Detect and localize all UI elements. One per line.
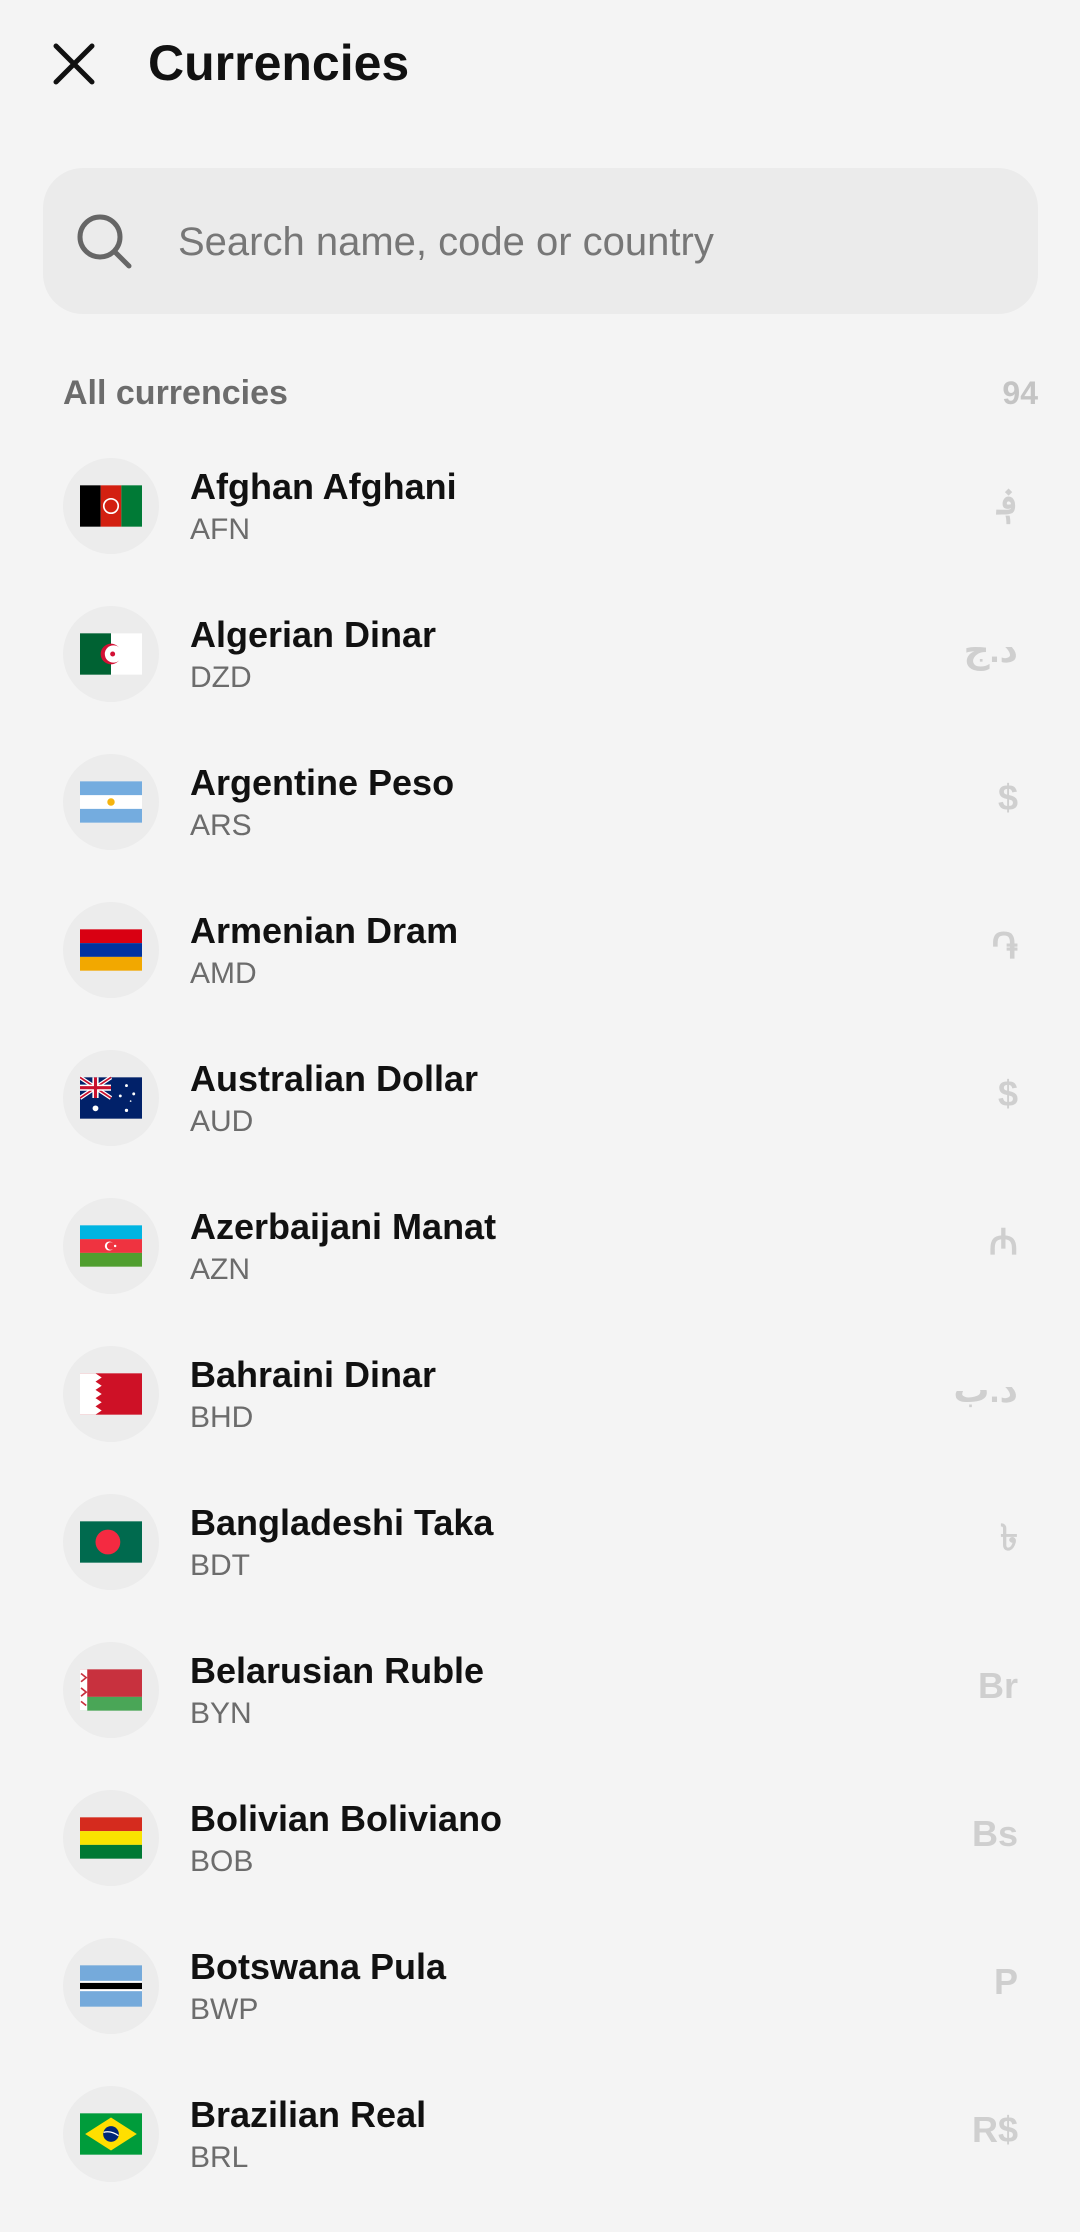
currency-code: BDT: [190, 1549, 250, 1582]
bangladesh-flag-icon: [63, 1494, 159, 1590]
currency-symbol: $: [997, 1073, 1018, 1114]
bahrain-flag-icon: [63, 1346, 159, 1442]
currency-name: Botswana Pula: [190, 1946, 447, 1987]
currency-code: BWP: [190, 1993, 259, 2026]
close-button[interactable]: [44, 34, 104, 94]
currency-code: BRL: [190, 2141, 249, 2174]
currency-symbol: Bs: [971, 1813, 1018, 1854]
currency-symbol: R$: [971, 2109, 1018, 2150]
australia-flag-icon: [63, 1050, 159, 1146]
currency-code: AZN: [190, 1253, 250, 1286]
currency-name: Azerbaijani Manat: [190, 1206, 497, 1247]
search-icon: [77, 214, 132, 269]
currency-row-aud[interactable]: Australian Dollar AUD $: [0, 1040, 1080, 1188]
currency-symbol: P: [993, 1961, 1018, 2002]
currency-list: Afghan Afghani AFN ؋ Algerian Dinar DZD …: [0, 448, 1080, 2224]
currency-row-brl[interactable]: Brazilian Real BRL R$: [0, 2076, 1080, 2224]
currency-symbol: ؋: [996, 481, 1018, 522]
search-input[interactable]: [178, 206, 998, 278]
afghanistan-flag-icon: [63, 458, 159, 554]
currency-row-dzd[interactable]: Algerian Dinar DZD د.ج: [0, 596, 1080, 744]
page-title: Currencies: [148, 35, 410, 91]
section-title: All currencies: [63, 374, 288, 412]
currency-row-afn[interactable]: Afghan Afghani AFN ؋: [0, 448, 1080, 596]
algeria-flag-icon: [63, 606, 159, 702]
currency-name: Algerian Dinar: [190, 614, 437, 655]
currency-name: Bolivian Boliviano: [190, 1798, 503, 1839]
currency-code: ARS: [190, 809, 252, 842]
currency-row-bhd[interactable]: Bahraini Dinar BHD د.ب: [0, 1336, 1080, 1484]
currency-name: Belarusian Ruble: [190, 1650, 485, 1691]
currency-row-bwp[interactable]: Botswana Pula BWP P: [0, 1928, 1080, 2076]
currency-code: BOB: [190, 1845, 254, 1878]
currency-symbol: ֏: [991, 925, 1018, 966]
botswana-flag-icon: [63, 1938, 159, 2034]
currency-symbol: ৳: [1000, 1517, 1018, 1558]
close-icon: [53, 43, 95, 85]
currency-code: BYN: [190, 1697, 252, 1730]
currency-name: Bangladeshi Taka: [190, 1502, 494, 1543]
currency-code: AFN: [190, 513, 250, 546]
currency-row-azn[interactable]: Azerbaijani Manat AZN ₼: [0, 1188, 1080, 1336]
currency-symbol: د.ب: [953, 1369, 1018, 1410]
currency-row-amd[interactable]: Armenian Dram AMD ֏: [0, 892, 1080, 1040]
currency-code: AMD: [190, 957, 257, 990]
currency-row-ars[interactable]: Argentine Peso ARS $: [0, 744, 1080, 892]
currency-code: BHD: [190, 1401, 254, 1434]
currency-row-bob[interactable]: Bolivian Boliviano BOB Bs: [0, 1780, 1080, 1928]
currency-name: Brazilian Real: [190, 2094, 427, 2135]
currency-name: Afghan Afghani: [190, 466, 457, 507]
currency-symbol: ₼: [988, 1221, 1018, 1262]
currency-symbol: $: [997, 777, 1018, 818]
currency-name: Argentine Peso: [190, 762, 455, 803]
azerbaijan-flag-icon: [63, 1198, 159, 1294]
currency-count: 94: [1002, 375, 1038, 411]
currency-name: Australian Dollar: [190, 1058, 479, 1099]
currency-code: DZD: [190, 661, 252, 694]
currency-code: AUD: [190, 1105, 254, 1138]
brazil-flag-icon: [63, 2086, 159, 2182]
currency-symbol: د.ج: [963, 629, 1018, 670]
currency-name: Armenian Dram: [190, 910, 459, 951]
currency-symbol: Br: [977, 1665, 1018, 1706]
argentina-flag-icon: [63, 754, 159, 850]
belarus-flag-icon: [63, 1642, 159, 1738]
header: Currencies: [0, 0, 1080, 130]
currency-row-bdt[interactable]: Bangladeshi Taka BDT ৳: [0, 1484, 1080, 1632]
bolivia-flag-icon: [63, 1790, 159, 1886]
currency-row-byn[interactable]: Belarusian Ruble BYN Br: [0, 1632, 1080, 1780]
armenia-flag-icon: [63, 902, 159, 998]
currency-name: Bahraini Dinar: [190, 1354, 437, 1395]
